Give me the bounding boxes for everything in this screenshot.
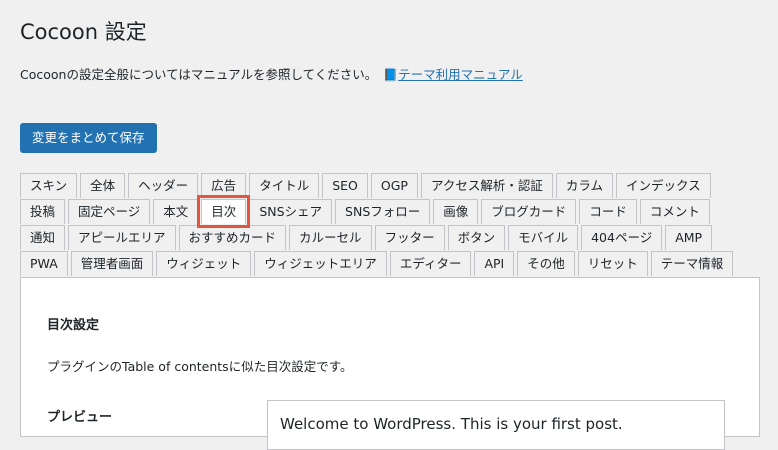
tab-item[interactable]: インデックス [615,173,711,198]
tab-item[interactable]: テーマ情報 [650,251,734,276]
tab-item[interactable]: モバイル [508,225,579,250]
tab-item[interactable]: 目次 [197,195,251,228]
tab-item[interactable]: おすすめカード [178,225,287,250]
tab-row: 投稿 固定ページ 本文 目次 SNSシェア SNSフォロー 画像 ブログカード コード コメント [20,195,760,228]
tab-item[interactable]: カラム [555,173,613,198]
tab-item[interactable]: SNSシェア [249,199,333,224]
intro-text: Cocoonの設定全般についてはマニュアルを参照してください。 📘テーマ利用マニ… [20,64,523,83]
tab-item[interactable]: ウィジェット [156,251,252,276]
tab-item[interactable]: その他 [517,251,575,276]
tab-row: スキン 全体 ヘッダー 広告 タイトル SEO OGP アクセス解析・認証 カラム インデックス [20,172,760,198]
tab-item[interactable]: 固定ページ [68,199,151,224]
tab-item[interactable]: API [474,251,515,276]
panel-title: 目次設定 [47,318,100,333]
tab-item[interactable]: 404ページ [581,225,663,250]
tab-item[interactable]: コード [579,199,637,224]
tab-item[interactable]: アクセス解析・認証 [420,173,553,198]
tab-item[interactable]: SEO [322,173,368,198]
tab-item[interactable]: ブログカード [481,199,577,224]
tab-item[interactable]: カルーセル [289,225,372,250]
tab-item[interactable]: ヘッダー [128,173,199,198]
panel-description: プラグインのTable of contentsに似た目次設定です。 [47,359,353,374]
preview-label: プレビュー [47,410,113,425]
preview-text: Welcome to WordPress. This is your first… [280,415,623,433]
toc-settings-panel: 目次設定 プラグインのTable of contentsに似た目次設定です。 プ… [20,277,760,450]
settings-tabs: スキン 全体 ヘッダー 広告 タイトル SEO OGP アクセス解析・認証 カラム インデックス投… [20,172,760,276]
book-icon[interactable]: 📘 [383,68,398,82]
tab-item[interactable]: リセット [577,251,648,276]
tab-item[interactable]: エディター [389,251,472,276]
tab-item[interactable]: OGP [370,173,418,198]
tab-item[interactable]: 広告 [201,173,247,198]
intro-description: Cocoonの設定全般についてはマニュアルを参照してください。 [20,67,378,82]
tab-item[interactable]: AMP [665,225,713,250]
tab-item[interactable]: 全体 [80,173,126,198]
tab-item[interactable]: ウィジェットエリア [254,251,387,276]
tab-item[interactable]: 投稿 [20,199,66,224]
tab-item[interactable]: SNSフォロー [335,199,431,224]
tab-item[interactable]: スキン [20,173,78,198]
page-title: Cocoon 設定 [20,20,147,44]
tab-item[interactable]: 管理者画面 [70,251,154,276]
tab-item[interactable]: コメント [639,199,710,224]
preview-box: Welcome to WordPress. This is your first… [267,400,725,450]
tab-row: 通知 アピールエリア おすすめカード カルーセル フッター ボタン モバイル 404ページ AM… [20,224,760,250]
tab-item[interactable]: タイトル [249,173,320,198]
tab-item[interactable]: 画像 [433,199,479,224]
tab-item[interactable]: 通知 [20,225,66,250]
tab-item[interactable]: 本文 [153,199,199,224]
tab-item[interactable]: PWA [20,251,68,276]
tab-item[interactable]: アピールエリア [68,225,176,250]
tab-item[interactable]: ボタン [447,225,506,250]
tab-item[interactable]: フッター [374,225,445,250]
tab-row: PWA 管理者画面 ウィジェット ウィジェットエリア エディター API その他 リセット テー… [20,250,760,276]
manual-link[interactable]: テーマ利用マニュアル [398,67,523,82]
save-all-button[interactable]: 変更をまとめて保存 [20,123,157,153]
